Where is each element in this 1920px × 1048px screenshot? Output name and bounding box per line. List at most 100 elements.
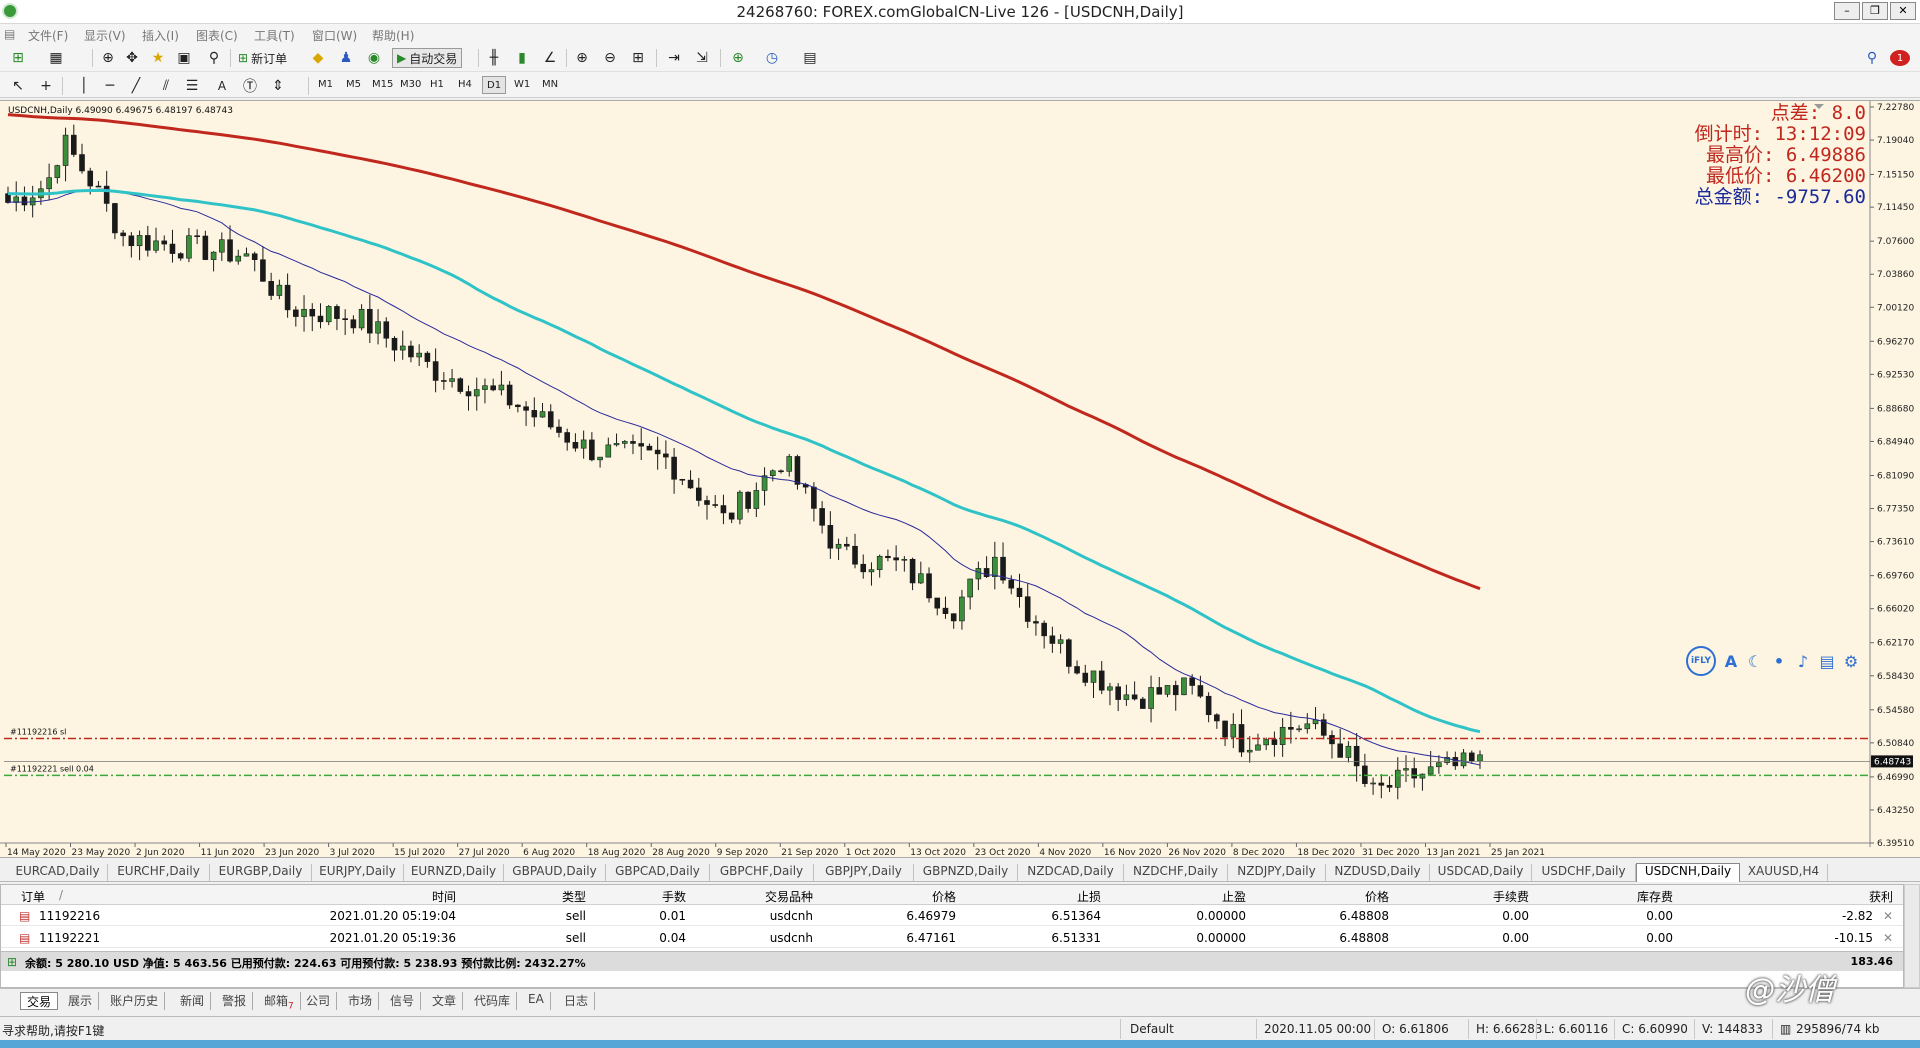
zoom-in-icon[interactable]: ⊕ bbox=[572, 48, 592, 68]
equidistant-channel-icon[interactable]: ⫽ bbox=[156, 76, 176, 96]
col-type[interactable]: 类型 bbox=[501, 888, 586, 905]
terminal-tab[interactable]: 日志 bbox=[558, 992, 596, 1010]
terminal-tab[interactable]: 文章 bbox=[426, 992, 464, 1010]
chart-tab[interactable]: USDCHF,Daily bbox=[1532, 864, 1636, 881]
menu-chart[interactable]: 图表(C) bbox=[196, 27, 238, 44]
chart-tab[interactable]: NZDCAD,Daily bbox=[1018, 864, 1124, 881]
zoom-out-icon[interactable]: ⊖ bbox=[600, 48, 620, 68]
new-order-button[interactable]: ⊞ 新订单 bbox=[238, 48, 287, 68]
timeframe-m1[interactable]: M1 bbox=[314, 76, 337, 94]
terminal-tab[interactable]: 账户历史 bbox=[104, 992, 166, 1010]
terminal-scrollbar[interactable] bbox=[1904, 884, 1920, 988]
auto-trading-button[interactable]: ▶ 自动交易 bbox=[392, 48, 463, 68]
navigator-icon[interactable]: ★ bbox=[148, 48, 168, 68]
terminal-tab[interactable]: 新闻 bbox=[174, 992, 212, 1010]
col-time[interactable]: 时间 bbox=[301, 888, 456, 905]
chart-tab[interactable]: EURCAD,Daily bbox=[8, 864, 108, 881]
trendline-icon[interactable]: ╱ bbox=[126, 76, 146, 96]
autoscroll-icon[interactable]: ⇲ bbox=[692, 48, 712, 68]
chart-tab[interactable]: GBPNZD,Daily bbox=[914, 864, 1018, 881]
close-order-icon[interactable]: ✕ bbox=[1883, 931, 1893, 945]
moon-icon[interactable]: ☾ bbox=[1746, 652, 1764, 671]
minimize-button[interactable]: – bbox=[1834, 2, 1860, 20]
chart-tab[interactable]: USDCAD,Daily bbox=[1430, 864, 1532, 881]
terminal-tab[interactable]: EA bbox=[522, 992, 551, 1010]
ifly-logo[interactable]: iFLY bbox=[1686, 646, 1716, 676]
col-commission[interactable]: 手续费 bbox=[1401, 888, 1529, 905]
col-profit[interactable]: 获利 bbox=[1701, 888, 1893, 905]
col-swap[interactable]: 库存费 bbox=[1541, 888, 1673, 905]
chart-canvas[interactable]: 7.22780 7.19040 7.15150 7.11450 7.07600 7.038… bbox=[0, 101, 1920, 859]
terminal-tab[interactable]: 交易 bbox=[20, 992, 59, 1010]
chart-tab[interactable]: NZDUSD,Daily bbox=[1326, 864, 1430, 881]
terminal-tab[interactable]: 邮箱7 bbox=[258, 992, 301, 1011]
menu-file[interactable]: 文件(F) bbox=[28, 27, 68, 44]
menu-window[interactable]: 窗口(W) bbox=[312, 27, 357, 44]
vertical-line-icon[interactable]: │ bbox=[74, 76, 94, 96]
col-tp[interactable]: 止盈 bbox=[1141, 888, 1246, 905]
timeframe-w1[interactable]: W1 bbox=[510, 76, 534, 94]
line-chart-icon[interactable]: ∠ bbox=[540, 48, 560, 68]
restore-button[interactable]: ❐ bbox=[1862, 2, 1888, 20]
terminal-tab[interactable]: 信号 bbox=[384, 992, 422, 1010]
chart-tab[interactable]: USDCNH,Daily bbox=[1636, 863, 1740, 882]
col-current-price[interactable]: 价格 bbox=[1281, 888, 1389, 905]
timeframe-d1[interactable]: D1 bbox=[482, 76, 507, 94]
notification-icon[interactable]: 1 bbox=[1890, 50, 1910, 66]
close-order-icon[interactable]: ✕ bbox=[1883, 909, 1893, 923]
chart-tab[interactable]: GBPJPY,Daily bbox=[814, 864, 914, 881]
strategy-tester-icon[interactable]: ⚲ bbox=[204, 48, 224, 68]
terminal-tab[interactable]: 公司 bbox=[300, 992, 338, 1010]
font-size-icon[interactable]: A bbox=[1722, 652, 1740, 671]
price-chart[interactable]: 7.22780 7.19040 7.15150 7.11450 7.07600 7.038… bbox=[0, 100, 1920, 858]
signals-icon[interactable]: ♟ bbox=[336, 48, 356, 68]
col-volume[interactable]: 手数 bbox=[601, 888, 686, 905]
col-sl[interactable]: 止损 bbox=[996, 888, 1101, 905]
text-label-icon[interactable]: Ⓣ bbox=[240, 76, 260, 96]
app-menu-icon[interactable]: ▤ bbox=[4, 27, 15, 41]
menu-insert[interactable]: 插入(I) bbox=[142, 27, 179, 44]
menu-view[interactable]: 显示(V) bbox=[84, 27, 126, 44]
terminal-tab[interactable]: 警报 bbox=[216, 992, 254, 1010]
arrows-icon[interactable]: ⇕ bbox=[268, 76, 288, 96]
chart-tab[interactable]: EURCHF,Daily bbox=[108, 864, 210, 881]
metaeditor-icon[interactable]: ◆ bbox=[308, 48, 328, 68]
col-symbol[interactable]: 交易品种 bbox=[711, 888, 813, 905]
bar-chart-icon[interactable]: ╫ bbox=[484, 48, 504, 68]
crosshair-icon[interactable]: + bbox=[36, 76, 56, 96]
timeframe-m5[interactable]: M5 bbox=[342, 76, 365, 94]
candlestick-icon[interactable]: ▮ bbox=[512, 48, 532, 68]
keyboard-icon[interactable]: ▤ bbox=[1818, 652, 1836, 671]
new-chart-icon[interactable]: ⊞ bbox=[8, 48, 28, 68]
profiles-icon[interactable]: ▦ bbox=[46, 48, 66, 68]
timeframe-m30[interactable]: M30 bbox=[396, 76, 425, 94]
terminal-icon[interactable]: ▣ bbox=[174, 48, 194, 68]
chart-tab[interactable]: GBPAUD,Daily bbox=[504, 864, 606, 881]
settings-gear-icon[interactable]: ⚙ bbox=[1842, 652, 1860, 671]
tile-windows-icon[interactable]: ⊞ bbox=[628, 48, 648, 68]
chart-tab[interactable]: EURJPY,Daily bbox=[312, 864, 404, 881]
market-watch-icon[interactable]: ⊕ bbox=[98, 48, 118, 68]
chart-tab[interactable]: GBPCAD,Daily bbox=[606, 864, 710, 881]
chart-shift-icon[interactable]: ⇥ bbox=[664, 48, 684, 68]
order-row[interactable]: ▤ 11192216 2021.01.20 05:19:04 sell 0.01 usdc… bbox=[1, 906, 1903, 926]
timeframe-mn[interactable]: MN bbox=[538, 76, 562, 94]
fibonacci-icon[interactable]: ☰ bbox=[182, 76, 202, 96]
chart-tab[interactable]: EURNZD,Daily bbox=[404, 864, 504, 881]
chart-tab[interactable]: EURGBP,Daily bbox=[210, 864, 312, 881]
timeframe-m15[interactable]: M15 bbox=[368, 76, 397, 94]
vps-icon[interactable]: ◉ bbox=[364, 48, 384, 68]
microphone-icon[interactable]: ♪ bbox=[1794, 652, 1812, 671]
text-icon[interactable]: A bbox=[212, 76, 232, 96]
data-window-icon[interactable]: ✥ bbox=[122, 48, 142, 68]
templates-icon[interactable]: ▤ bbox=[800, 48, 820, 68]
terminal-tab[interactable]: 展示 bbox=[62, 992, 100, 1010]
col-order[interactable]: 订单 bbox=[21, 888, 45, 905]
periods-icon[interactable]: ◷ bbox=[762, 48, 782, 68]
punctuation-icon[interactable]: • bbox=[1770, 652, 1788, 671]
chart-tab[interactable]: GBPCHF,Daily bbox=[710, 864, 814, 881]
menu-help[interactable]: 帮助(H) bbox=[372, 27, 414, 44]
timeframe-h4[interactable]: H4 bbox=[454, 76, 476, 94]
menu-tools[interactable]: 工具(T) bbox=[254, 27, 295, 44]
close-button[interactable]: ✕ bbox=[1890, 2, 1916, 20]
